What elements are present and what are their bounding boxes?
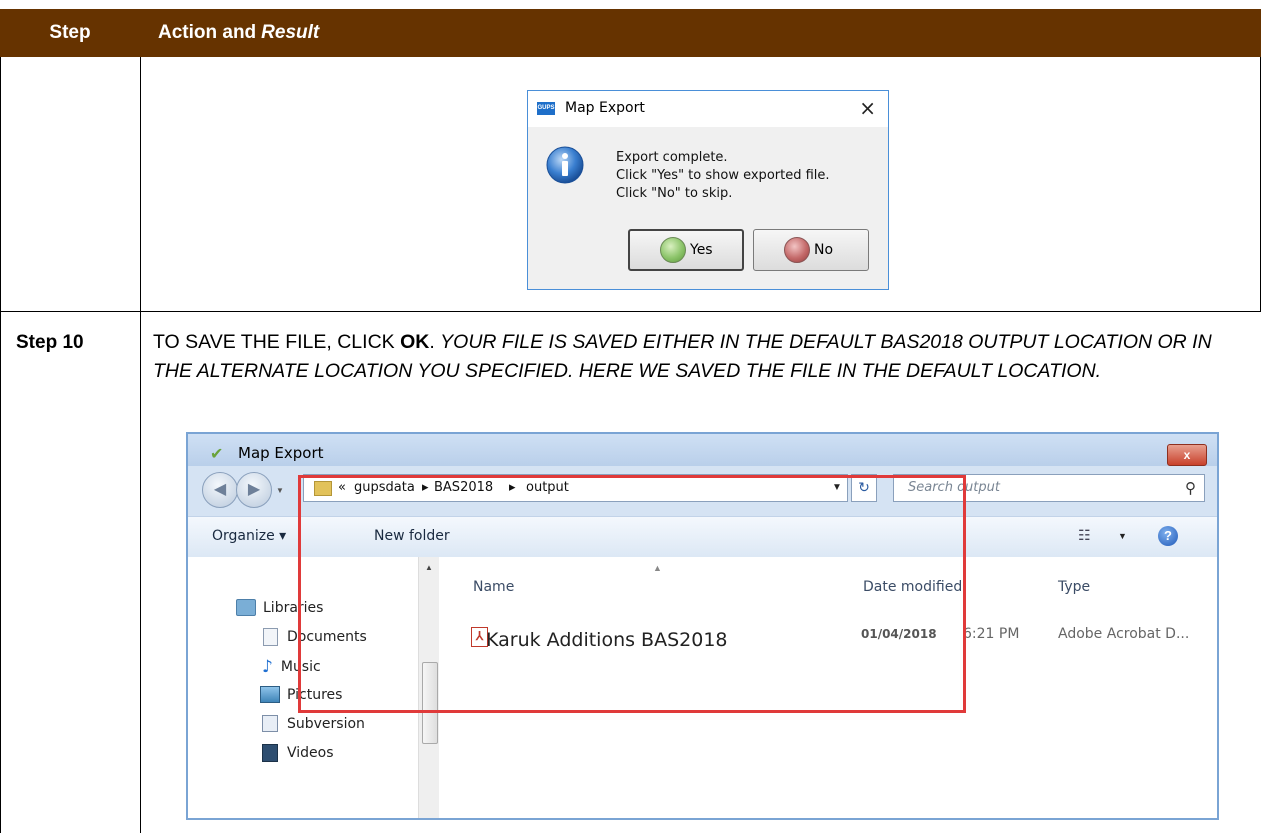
help-icon[interactable]: ? [1158,526,1178,546]
dialog-body: Export complete. Click "Yes" to show exp… [528,127,888,289]
step-10-instructions: TO SAVE THE FILE, CLICK OK. YOUR FILE IS… [153,328,1233,386]
music-icon: ♪ [262,657,273,677]
file-list: ▲ Name Date modified Type ⅄ Karuk Additi… [443,557,1217,818]
close-icon[interactable]: × [859,96,876,120]
column-header-name[interactable]: Name [473,579,514,595]
search-input[interactable]: Search output [908,480,1000,495]
pictures-icon [260,686,280,703]
map-export-message-dialog: GUPS Map Export × Export complete. Click… [527,90,889,290]
address-dropdown-icon[interactable]: ▼ [832,482,842,493]
refresh-icon[interactable]: ↻ [851,474,877,502]
nav-item-label: Pictures [287,686,343,703]
column-header-date[interactable]: Date modified [863,579,962,595]
close-button[interactable]: x [1167,444,1207,466]
yes-label: Yes [690,242,713,258]
file-row[interactable]: ⅄ Karuk Additions BAS2018 01/04/2018 6:2… [443,617,1217,651]
header-result: Result [261,22,320,43]
command-toolbar: Organize ▾ New folder ☷ ▼ ? [188,516,1217,558]
no-button[interactable]: No [753,229,869,271]
file-name[interactable]: Karuk Additions BAS2018 [486,629,728,651]
back-arrow-icon[interactable]: ◀ [202,472,238,508]
view-dropdown-icon[interactable]: ▼ [1118,531,1127,541]
nav-item-label: Subversion [287,715,365,732]
header-action-result: Action and Result [158,9,319,57]
nav-item-subversion[interactable]: Subversion [260,715,365,732]
search-box[interactable]: Search output ⚲ [893,474,1205,502]
videos-icon [262,744,278,762]
search-icon[interactable]: ⚲ [1185,479,1196,497]
file-time: 6:21 PM [963,626,1020,642]
documents-icon [263,628,278,646]
step-10-text-plain: TO SAVE THE FILE, CLICK [153,331,401,353]
table-row-divider [0,311,1261,312]
table-column-divider [140,57,141,833]
nav-item-label: Libraries [263,599,324,616]
address-bar[interactable]: « gupsdata ▸ BAS2018 ▸ output ▼ [303,474,848,502]
column-header-type[interactable]: Type [1058,579,1090,595]
file-date: 01/04/2018 [861,627,937,641]
step-10-label: Step 10 [16,332,84,353]
organize-button[interactable]: Organize ▾ [212,528,286,544]
yes-button[interactable]: Yes [628,229,744,271]
navigation-scrollbar[interactable]: ▲ [418,557,439,818]
forward-arrow-icon[interactable]: ▶ [236,472,272,508]
table-header: Step Action and Result [0,9,1261,57]
header-action: Action and [158,22,257,43]
info-icon [546,146,584,184]
nav-item-label: Videos [287,745,334,761]
nav-item-label: Documents [287,629,367,645]
map-export-save-dialog: ✔ Map Export x ◀ ▶ ▼ « gupsdata ▸ BAS201… [186,432,1219,820]
dialog-titlebar: GUPS Map Export × [528,91,888,127]
nav-item-videos[interactable]: Videos [260,744,334,762]
message-line-1: Export complete. [616,150,728,165]
chevron-right-icon: ▸ [509,480,516,495]
qgis-icon: ✔ [210,446,224,463]
breadcrumb-output[interactable]: output [526,480,569,495]
new-folder-button[interactable]: New folder [374,528,450,544]
yes-icon [660,237,686,263]
chevron-right-icon: ▸ [422,480,429,495]
nav-item-label: Music [280,659,321,675]
no-label: No [814,242,834,258]
folder-icon [314,481,332,496]
sort-indicator-icon: ▲ [653,563,662,573]
navigation-bar: ◀ ▶ ▼ « gupsdata ▸ BAS2018 ▸ output ▼ ↻ … [188,466,1217,512]
breadcrumb-gupsdata[interactable]: gupsdata [354,480,415,495]
file-type: Adobe Acrobat D... [1058,626,1190,642]
dialog-message: Export complete. Click "Yes" to show exp… [616,149,830,203]
view-options-icon[interactable]: ☷ [1078,527,1091,544]
message-line-2: Click "Yes" to show exported file. [616,168,830,183]
nav-item-documents[interactable]: Documents [260,628,367,646]
step-10-text-dot: . [429,331,441,353]
explorer-titlebar: ✔ Map Export x [188,434,1217,466]
explorer-title: Map Export [238,444,324,462]
nav-item-libraries[interactable]: Libraries [236,599,323,616]
table-border-left [0,57,1,833]
scroll-up-icon[interactable]: ▲ [425,563,433,572]
explorer-content: Libraries Documents ♪ Music Pictures Sub… [188,557,1217,818]
no-icon [784,237,810,263]
message-line-3: Click "No" to skip. [616,186,733,201]
breadcrumb-bas2018[interactable]: BAS2018 [434,480,493,495]
gups-app-icon: GUPS [537,102,555,115]
libraries-icon [236,599,256,616]
header-step: Step [49,22,91,43]
recent-pages-dropdown-icon[interactable]: ▼ [276,486,284,495]
scrollbar-thumb[interactable] [422,662,438,744]
navigation-pane: Libraries Documents ♪ Music Pictures Sub… [188,557,443,818]
step-10-text-ok: OK [400,331,430,353]
nav-item-pictures[interactable]: Pictures [260,686,342,703]
dialog-title: Map Export [565,100,645,116]
address-prefix: « [338,480,346,495]
subversion-icon [262,715,278,732]
nav-item-music[interactable]: ♪ Music [260,657,321,677]
